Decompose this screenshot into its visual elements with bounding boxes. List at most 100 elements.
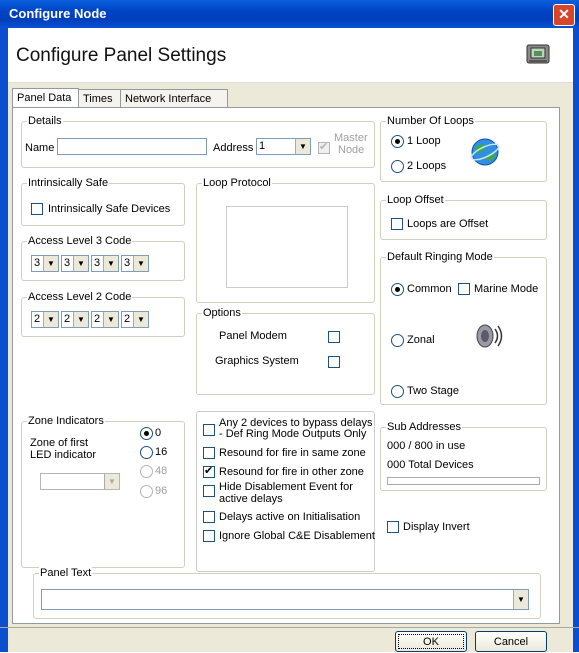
node-label: Node bbox=[338, 144, 365, 156]
graphics-system-checkbox[interactable] bbox=[328, 356, 340, 368]
number-of-loops-group: Number Of Loops 1 Loop 2 Loops bbox=[380, 115, 547, 182]
chevron-down-icon[interactable]: ▼ bbox=[43, 312, 58, 327]
tab-times[interactable]: Times bbox=[78, 89, 122, 108]
loops-2-radio[interactable] bbox=[391, 160, 404, 173]
zone-indicators-group: Zone Indicators Zone of first LED indica… bbox=[21, 415, 185, 568]
access3-digit-4[interactable]: 3 ▼ bbox=[121, 255, 149, 272]
globe-icon bbox=[470, 138, 500, 166]
resound-same-zone-label: Resound for fire in same zone bbox=[219, 447, 366, 459]
access-level-2-legend: Access Level 2 Code bbox=[27, 291, 133, 303]
divider bbox=[0, 627, 579, 628]
sub-addresses-total: 000 Total Devices bbox=[387, 459, 474, 471]
ignore-global-ce-label: Ignore Global C&E Disablement bbox=[219, 530, 375, 542]
access2-digit-3[interactable]: 2 ▼ bbox=[91, 311, 119, 328]
display-invert-checkbox[interactable] bbox=[387, 521, 399, 533]
panel-text-select[interactable]: ▼ bbox=[41, 589, 529, 610]
intrinsically-safe-checkbox[interactable] bbox=[31, 203, 43, 215]
graphics-system-label: Graphics System bbox=[215, 355, 299, 367]
default-ringing-mode-group: Default Ringing Mode Common Marine Mode … bbox=[380, 251, 547, 405]
zone-first-label: Zone of first bbox=[30, 437, 89, 449]
tab-network-interface[interactable]: Network Interface bbox=[120, 89, 228, 108]
access2-digit-1[interactable]: 2 ▼ bbox=[31, 311, 59, 328]
intrinsically-safe-group: Intrinsically Safe Intrinsically Safe De… bbox=[21, 177, 185, 226]
access3-digit-2[interactable]: 3 ▼ bbox=[61, 255, 89, 272]
close-button[interactable]: ✕ bbox=[553, 4, 575, 26]
ringing-zonal-label: Zonal bbox=[407, 334, 435, 346]
name-input[interactable] bbox=[57, 138, 207, 155]
page-title: Configure Panel Settings bbox=[16, 45, 227, 66]
tab-panel-data[interactable]: Panel Data bbox=[12, 88, 79, 109]
loops-offset-checkbox[interactable] bbox=[391, 218, 403, 230]
loop-offset-group: Loop Offset Loops are Offset bbox=[380, 194, 547, 240]
address-label: Address bbox=[213, 142, 254, 154]
master-label: Master bbox=[334, 132, 368, 144]
ringing-common-radio[interactable] bbox=[391, 283, 404, 296]
chevron-down-icon[interactable]: ▼ bbox=[103, 312, 118, 327]
resound-same-zone-checkbox[interactable] bbox=[203, 447, 215, 459]
address-select[interactable]: 1 ▼ bbox=[256, 138, 311, 155]
address-value: 1 bbox=[259, 140, 266, 152]
zone-led-select[interactable]: ▼ bbox=[40, 473, 120, 490]
configure-node-window: Configure Node ✕ Configure Panel Setting… bbox=[0, 0, 579, 652]
intrinsically-safe-legend: Intrinsically Safe bbox=[27, 177, 110, 189]
zone-48-label: 48 bbox=[155, 465, 168, 477]
loops-offset-label: Loops are Offset bbox=[407, 218, 489, 230]
zone-0-radio[interactable] bbox=[140, 427, 153, 440]
chevron-down-icon[interactable]: ▼ bbox=[133, 312, 148, 327]
hide-disablement-checkbox[interactable] bbox=[203, 485, 215, 497]
access-level-2-group: Access Level 2 Code 2 ▼ 2 ▼ 2 ▼ 2 ▼ bbox=[21, 291, 185, 337]
marine-mode-checkbox[interactable] bbox=[458, 283, 470, 295]
zone-16-radio[interactable] bbox=[140, 446, 153, 459]
chevron-down-icon[interactable]: ▼ bbox=[43, 256, 58, 271]
details-legend: Details bbox=[27, 115, 63, 127]
chevron-down-icon[interactable]: ▼ bbox=[103, 256, 118, 271]
access2-digit-4[interactable]: 2 ▼ bbox=[121, 311, 149, 328]
access3-digit-3[interactable]: 3 ▼ bbox=[91, 255, 119, 272]
ignore-global-ce-checkbox[interactable] bbox=[203, 530, 215, 542]
title-bar[interactable]: Configure Node ✕ bbox=[0, 0, 579, 28]
access2-digit-2[interactable]: 2 ▼ bbox=[61, 311, 89, 328]
master-node-checkbox[interactable] bbox=[318, 140, 330, 154]
ringing-two-stage-label: Two Stage bbox=[407, 385, 459, 397]
chevron-down-icon[interactable]: ▼ bbox=[295, 139, 310, 154]
delays-initialisation-label: Delays active on Initialisation bbox=[219, 511, 361, 523]
panel-modem-checkbox[interactable] bbox=[328, 331, 340, 343]
ok-button[interactable]: OK bbox=[395, 631, 467, 652]
led-indicator-label: LED indicator bbox=[30, 449, 97, 461]
panel-device-icon bbox=[526, 44, 550, 64]
window-border-left bbox=[0, 28, 8, 652]
chevron-down-icon[interactable]: ▼ bbox=[104, 474, 119, 489]
zone-16-label: 16 bbox=[155, 446, 168, 458]
delay-options-group: Any 2 devices to bypass delays - Def Rin… bbox=[196, 411, 375, 572]
panel-text-legend: Panel Text bbox=[39, 567, 93, 579]
chevron-down-icon[interactable]: ▼ bbox=[73, 312, 88, 327]
sub-addresses-group: Sub Addresses 000 / 800 in use 000 Total… bbox=[380, 421, 547, 491]
loops-2-label: 2 Loops bbox=[407, 160, 447, 172]
ringing-two-stage-radio[interactable] bbox=[391, 385, 404, 398]
hide-disablement-label-2: active delays bbox=[219, 493, 283, 505]
delays-initialisation-checkbox[interactable] bbox=[203, 511, 215, 523]
loop-protocol-list[interactable] bbox=[226, 206, 348, 288]
panel-text-group: Panel Text ▼ bbox=[33, 567, 541, 619]
cancel-button[interactable]: Cancel bbox=[475, 631, 547, 652]
number-of-loops-legend: Number Of Loops bbox=[386, 115, 475, 127]
chevron-down-icon[interactable]: ▼ bbox=[73, 256, 88, 271]
resound-other-zone-checkbox[interactable] bbox=[203, 464, 215, 478]
zone-0-label: 0 bbox=[155, 427, 162, 439]
access3-digit-1[interactable]: 3 ▼ bbox=[31, 255, 59, 272]
loop-protocol-group: Loop Protocol bbox=[196, 177, 375, 303]
bypass-delays-checkbox[interactable] bbox=[203, 424, 215, 436]
chevron-down-icon[interactable]: ▼ bbox=[513, 590, 528, 609]
loops-1-radio[interactable] bbox=[391, 135, 404, 148]
ringing-zonal-radio[interactable] bbox=[391, 334, 404, 347]
resound-other-zone-label: Resound for fire in other zone bbox=[219, 466, 364, 478]
zone-96-radio[interactable] bbox=[140, 485, 153, 498]
zone-48-radio[interactable] bbox=[140, 465, 153, 478]
speaker-icon bbox=[476, 324, 503, 348]
loop-offset-legend: Loop Offset bbox=[386, 194, 445, 206]
bypass-delays-label-2: - Def Ring Mode Outputs Only bbox=[219, 428, 367, 440]
chevron-down-icon[interactable]: ▼ bbox=[133, 256, 148, 271]
loop-protocol-legend: Loop Protocol bbox=[202, 177, 272, 189]
window-title: Configure Node bbox=[9, 6, 107, 21]
tab-panel: Details Name Address 1 ▼ Master Node Int… bbox=[12, 107, 560, 624]
